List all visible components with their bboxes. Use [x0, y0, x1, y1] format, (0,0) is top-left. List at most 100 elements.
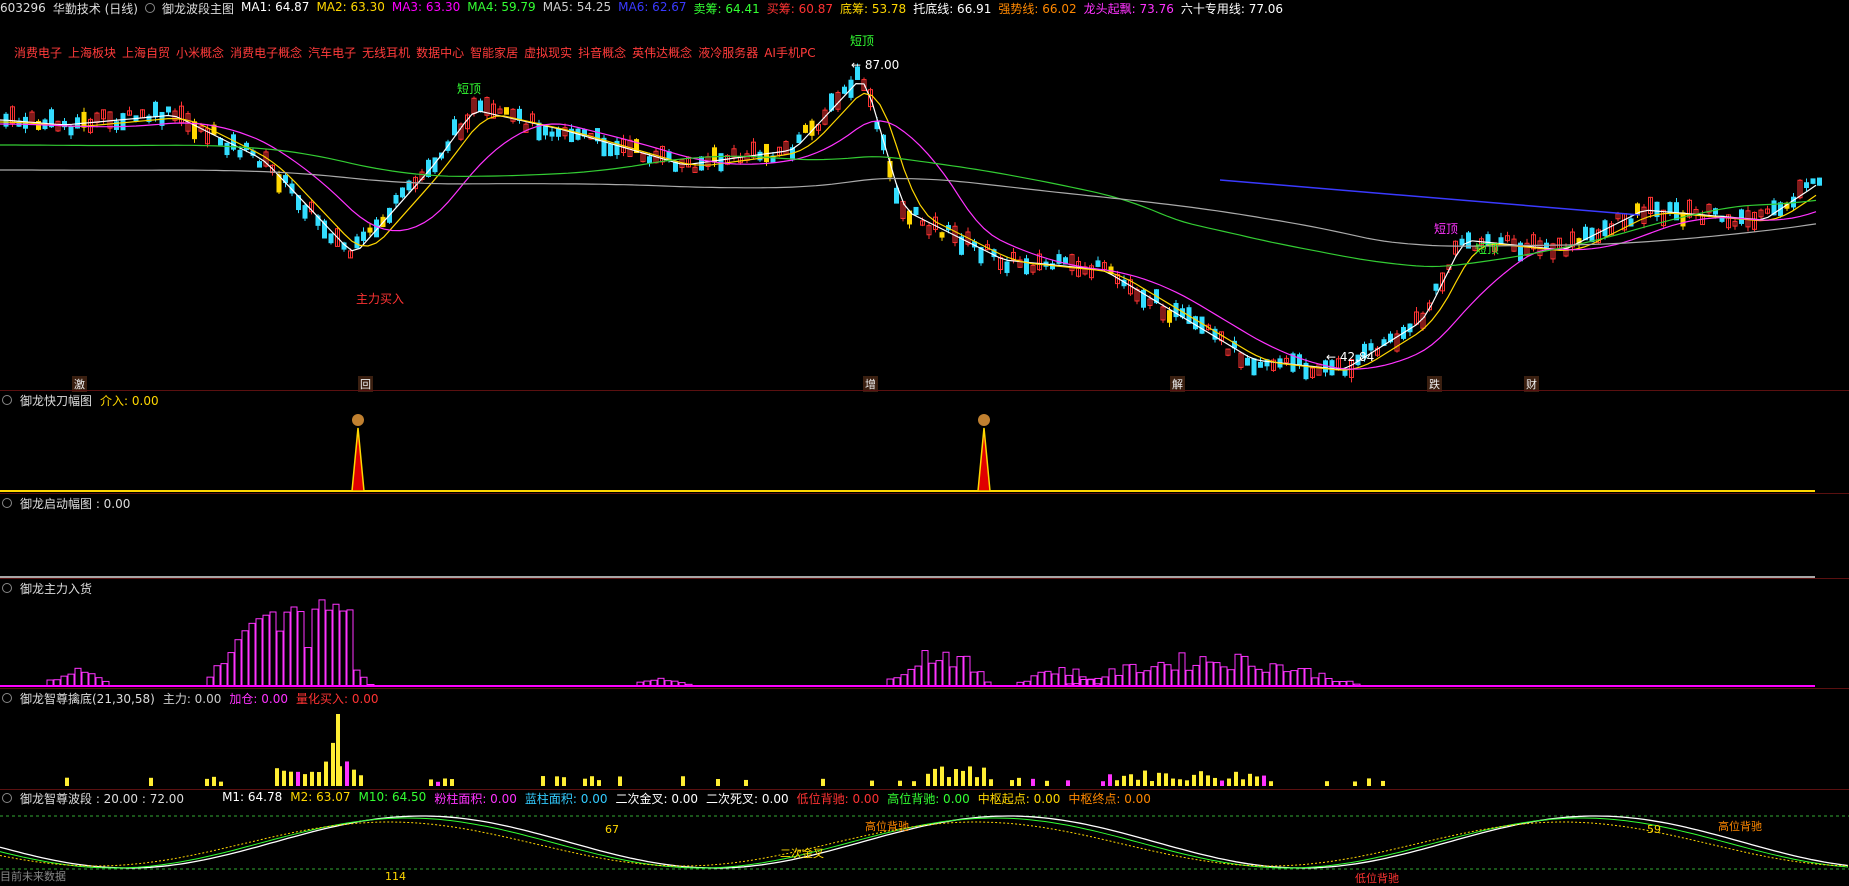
- signal-bar: [443, 778, 447, 786]
- pane4-value-0: 主力: 0.00: [162, 691, 222, 706]
- pane2-chart[interactable]: [0, 511, 1849, 581]
- volume-bar: [360, 676, 368, 687]
- main-chart[interactable]: [0, 20, 1849, 390]
- high-label: ← 87.00: [851, 58, 900, 72]
- pane-divider: [0, 578, 1849, 579]
- settings-icon[interactable]: [2, 583, 12, 593]
- pane3-title[interactable]: 御龙主力入货: [20, 580, 92, 597]
- candle: [257, 161, 262, 168]
- pane1-title[interactable]: 御龙快刀幅图: [20, 392, 92, 409]
- signal-bar: [450, 779, 454, 786]
- settings-icon[interactable]: [2, 498, 12, 508]
- volume-bar: [325, 609, 333, 687]
- volume-bar: [74, 667, 82, 687]
- signal-bar: [1115, 780, 1119, 786]
- pane5-values: M1: 64.78 M2: 63.07 M10: 64.50 粉柱面积: 0.00 蓝柱…: [222, 790, 1151, 807]
- signal-bar: [975, 777, 979, 786]
- pane2-title[interactable]: 御龙启动幅图 : 0.00: [20, 495, 130, 512]
- candle: [354, 236, 360, 249]
- settings-icon[interactable]: [2, 395, 12, 405]
- stock-name[interactable]: 华勤技术 (日线): [53, 0, 138, 17]
- candle: [543, 125, 548, 136]
- settings-icon[interactable]: [2, 693, 12, 703]
- header-value-9: 托底线: 66.91: [913, 1, 992, 16]
- pane3-chart[interactable]: [0, 596, 1849, 688]
- signal-bar: [1150, 781, 1154, 786]
- signal-bar: [1213, 777, 1217, 786]
- pane3-header: 御龙主力入货: [0, 580, 92, 596]
- volume-bar: [332, 603, 340, 687]
- header-value-0: MA1: 64.87: [241, 0, 310, 14]
- candle: [673, 161, 678, 172]
- volume-bar: [262, 614, 270, 687]
- volume-bar: [1269, 663, 1277, 687]
- pane5-value-10: 中枢终点: 0.00: [1068, 791, 1151, 806]
- volume-bar: [339, 610, 347, 687]
- oscillator-line: [0, 815, 1849, 869]
- volume-bar: [283, 611, 291, 687]
- candle: [224, 142, 230, 156]
- signal-bar: [1248, 773, 1252, 786]
- header-value-1: MA2: 63.30: [316, 0, 385, 14]
- pane4-values: 主力: 0.00 加仓: 0.00 量化买入: 0.00: [163, 690, 379, 707]
- settings-icon[interactable]: [2, 793, 12, 803]
- indicator-name[interactable]: 御龙波段主图: [162, 0, 234, 17]
- volume-bar: [1283, 671, 1291, 687]
- pane5-title[interactable]: 御龙智尊波段 : 20.00 : 72.00: [20, 790, 184, 807]
- candle: [1095, 260, 1101, 267]
- signal-bar: [1206, 775, 1210, 786]
- signal-bar: [1325, 781, 1329, 786]
- volume-bar: [318, 599, 326, 687]
- signal-bar: [1178, 779, 1182, 786]
- ma-lines: [0, 82, 1817, 371]
- candle: [328, 233, 334, 244]
- candle: [1674, 202, 1679, 221]
- volume-bar: [914, 665, 922, 687]
- header-value-2: MA3: 63.30: [391, 0, 461, 14]
- candle: [504, 107, 509, 115]
- volume-bar: [1171, 669, 1179, 687]
- signal-bar: [1066, 780, 1070, 786]
- volume-bar: [1136, 672, 1144, 687]
- signal-bar: [940, 766, 944, 786]
- pane5-value-2: M10: 64.50: [358, 789, 427, 804]
- signal-bar: [590, 776, 594, 786]
- volume-bar: [1248, 665, 1256, 687]
- candle: [1004, 261, 1010, 273]
- volume-bar: [1108, 668, 1116, 687]
- volume-bar: [1150, 666, 1158, 687]
- stock-code[interactable]: 603296: [0, 1, 46, 15]
- signal-bar: [618, 776, 622, 786]
- signal-bar: [149, 777, 153, 786]
- signal-bar: [296, 771, 300, 786]
- volume-bar: [1178, 652, 1186, 687]
- signal-bar: [982, 767, 986, 786]
- signal-bar: [541, 776, 545, 786]
- signal-bar: [961, 770, 965, 786]
- pane1-chart[interactable]: [0, 408, 1849, 492]
- volume-bar: [241, 630, 249, 687]
- volume-bar: [907, 668, 915, 687]
- signal-bar: [954, 769, 958, 786]
- low-label: ← 42.84: [1326, 350, 1375, 364]
- signal-bar: [821, 778, 825, 786]
- volume-bar: [1311, 677, 1319, 687]
- pane5-chart[interactable]: [0, 806, 1849, 876]
- pane1-header: 御龙快刀幅图 介入: 0.00: [0, 392, 159, 408]
- signal-bar: [1129, 774, 1133, 786]
- pane5-value-5: 二次金叉: 0.00: [615, 791, 699, 806]
- osc-value-label: 59: [1647, 823, 1661, 836]
- pane4-title[interactable]: 御龙智尊擒底(21,30,58): [20, 690, 155, 707]
- ma-line: [0, 169, 1817, 247]
- pane-divider: [0, 493, 1849, 494]
- candle: [1297, 354, 1302, 366]
- candle: [68, 125, 74, 136]
- signal-bar: [1199, 771, 1203, 786]
- volume-bar: [1220, 666, 1228, 687]
- volume-bar: [1051, 673, 1059, 687]
- settings-icon[interactable]: [145, 3, 155, 13]
- volume-bar: [935, 660, 943, 687]
- volume-bar: [1297, 668, 1305, 687]
- volume-bar: [234, 639, 242, 687]
- pane4-chart[interactable]: [0, 706, 1849, 790]
